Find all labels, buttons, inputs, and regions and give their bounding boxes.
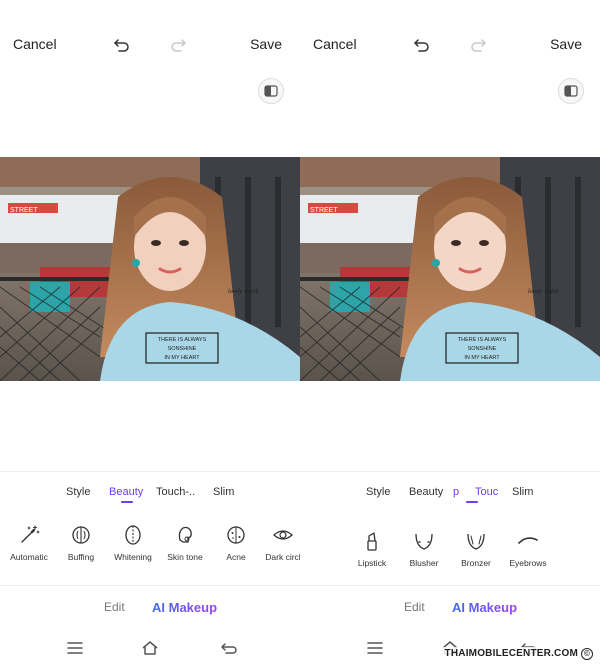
tool-eyebrows[interactable]: Eyebrows <box>498 530 558 568</box>
menu-icon[interactable] <box>366 639 384 657</box>
whitening-icon <box>125 525 141 545</box>
photo-preview[interactable]: STREET THERE IS ALWAYS SONSHINE IN MY HE… <box>300 157 600 381</box>
mode-ai-makeup[interactable]: AI Makeup <box>452 600 517 615</box>
compare-icon <box>264 85 278 97</box>
tool-label: Buffing <box>67 552 95 562</box>
shirt-text-line2: SONSHINE <box>168 346 197 352</box>
mode-ai-makeup[interactable]: AI Makeup <box>152 600 217 615</box>
sleeve-text: lovely Jlobik <box>528 289 559 295</box>
compare-button[interactable] <box>558 78 584 104</box>
right-editor-panel: Cancel Save STREET THERE IS ALWAYS SONSH… <box>300 0 600 667</box>
mode-edit[interactable]: Edit <box>104 600 125 614</box>
eye-icon <box>273 530 293 540</box>
tab-style[interactable]: Style <box>366 486 390 498</box>
active-tab-indicator <box>466 501 478 503</box>
sign-text: STREET <box>310 207 338 214</box>
tool-bronzer[interactable]: Bronzer <box>446 530 506 568</box>
redo-icon[interactable] <box>168 35 188 55</box>
watermark: THAIMOBILECENTER.COM © <box>441 647 596 661</box>
save-button[interactable]: Save <box>550 36 582 52</box>
back-icon[interactable] <box>220 639 238 657</box>
mode-switcher: Edit AI Makeup <box>300 600 600 620</box>
tool-blusher[interactable]: Blusher <box>394 530 454 568</box>
divider <box>300 585 600 586</box>
magic-wand-icon <box>21 525 40 543</box>
menu-icon[interactable] <box>66 639 84 657</box>
save-button[interactable]: Save <box>250 36 282 52</box>
tool-whitening[interactable]: Whitening <box>103 524 163 562</box>
lipstick-icon <box>367 532 377 551</box>
shirt-text-line1: THERE IS ALWAYS <box>158 337 207 343</box>
divider <box>0 471 300 472</box>
compare-icon <box>564 85 578 97</box>
portrait-photo: STREET THERE IS ALWAYS SONSHINE IN MY HE… <box>300 157 600 381</box>
top-toolbar: Cancel Save <box>0 30 300 60</box>
tab-fading-label: p <box>453 486 460 498</box>
tool-buffing[interactable]: Buffing <box>51 524 111 562</box>
tool-label: Acne <box>226 552 246 562</box>
tool-label: Blusher <box>409 558 439 568</box>
buffing-icon <box>72 526 90 544</box>
compare-button[interactable] <box>258 78 284 104</box>
tab-slim[interactable]: Slim <box>512 486 533 498</box>
system-nav-bar <box>0 636 300 660</box>
tool-label: Dark circl <box>265 552 300 562</box>
tab-style[interactable]: Style <box>66 486 90 498</box>
tab-touch[interactable]: Touc <box>475 486 498 498</box>
redo-icon[interactable] <box>468 35 488 55</box>
category-tabs: Style Beauty p Touc Slim <box>300 486 600 506</box>
category-tabs: Style Beauty Touch-.. Slim <box>0 486 300 506</box>
photo-preview[interactable]: STREET THERE IS ALWAYS SONSHINE IN MY HE… <box>0 157 300 381</box>
sleeve-text: lovely Jlobik <box>228 289 259 295</box>
tool-lipstick[interactable]: Lipstick <box>342 530 402 568</box>
tool-label: Bronzer <box>461 558 491 568</box>
undo-icon[interactable] <box>412 35 432 55</box>
mode-switcher: Edit AI Makeup <box>0 600 300 620</box>
undo-icon[interactable] <box>112 35 132 55</box>
mode-edit[interactable]: Edit <box>404 600 425 614</box>
copyright-symbol: © <box>581 648 593 660</box>
blusher-icon <box>415 533 433 550</box>
active-tab-indicator <box>121 501 133 503</box>
tab-slim[interactable]: Slim <box>213 486 234 498</box>
eyebrow-icon <box>518 537 538 544</box>
left-editor-panel: Cancel Save STREET THERE IS ALWAYS SONSH… <box>0 0 300 667</box>
tool-label: Skin tone <box>167 552 203 562</box>
tool-label: Lipstick <box>357 558 387 568</box>
tool-label: Eyebrows <box>509 558 547 568</box>
tab-beauty[interactable]: Beauty <box>409 486 443 498</box>
top-toolbar: Cancel Save <box>300 30 600 60</box>
acne-icon <box>227 526 245 544</box>
portrait-photo: STREET THERE IS ALWAYS SONSHINE IN MY HE… <box>0 157 300 381</box>
home-icon[interactable] <box>141 639 159 657</box>
shirt-text-line3: IN MY HEART <box>464 355 500 361</box>
tool-label: Automatic <box>10 552 48 562</box>
tab-beauty[interactable]: Beauty <box>109 486 143 498</box>
watermark-text: THAIMOBILECENTER.COM <box>444 648 578 659</box>
tab-touch[interactable]: Touch-.. <box>156 486 195 498</box>
shirt-text-line3: IN MY HEART <box>164 355 200 361</box>
tool-dark-circles[interactable]: Dark circl <box>253 524 300 562</box>
bronzer-icon <box>467 533 485 550</box>
shirt-text-line1: THERE IS ALWAYS <box>458 337 507 343</box>
skin-tone-icon <box>178 526 192 543</box>
divider <box>0 585 300 586</box>
cancel-button[interactable]: Cancel <box>313 36 357 52</box>
cancel-button[interactable]: Cancel <box>13 36 57 52</box>
divider <box>300 471 600 472</box>
shirt-text-line2: SONSHINE <box>468 346 497 352</box>
tool-label: Whitening <box>114 552 152 562</box>
sign-text: STREET <box>10 207 38 214</box>
